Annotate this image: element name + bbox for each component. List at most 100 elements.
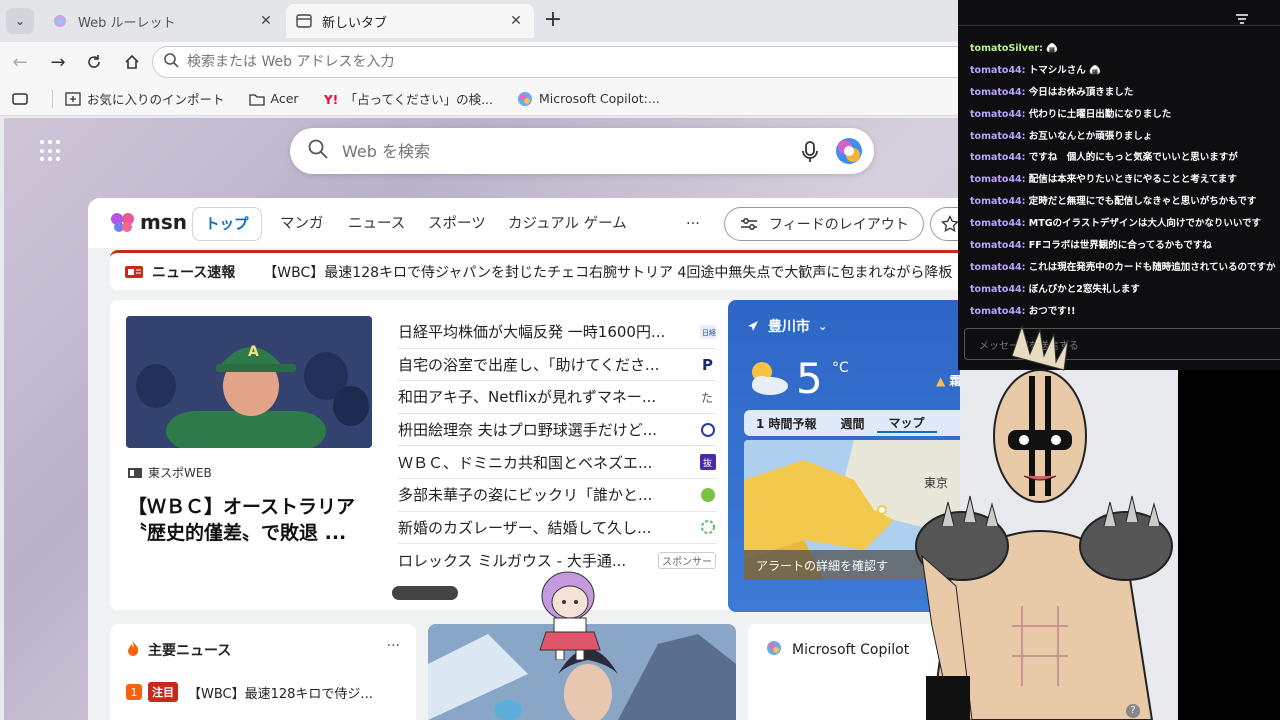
tab-hourly[interactable]: 1 時間予報 — [744, 415, 829, 432]
news-item[interactable]: 多部未華子の姿にビックリ「誰かと... — [398, 479, 716, 512]
new-tab-button[interactable]: + — [540, 8, 566, 34]
chat-emote-icon: 🍙 — [1089, 64, 1101, 76]
tab-bar: ⌄ Web ルーレット ✕ 新しいタブ ✕ + — [0, 0, 960, 42]
butterfly-icon — [111, 213, 134, 232]
close-icon[interactable]: ✕ — [258, 13, 274, 29]
tab-new-tab[interactable]: 新しいタブ ✕ — [286, 4, 534, 38]
weather-location[interactable]: 豊川市 ⌄ — [746, 316, 827, 336]
breaking-news-bar[interactable]: ニュース速報 【WBC】最速128キロで侍ジャパンを封じたチェコ右腕サトリア 4… — [110, 250, 960, 290]
weather-temperature: 5 — [796, 354, 823, 403]
hero-headline[interactable]: 【ＷＢＣ】オーストラリア〝歴史的僅差〟で敗退 ... — [128, 494, 378, 546]
folder-icon — [248, 92, 265, 106]
bookmark-copilot[interactable]: Microsoft Copilot:... — [517, 91, 660, 107]
more-options-button[interactable]: ··· — [387, 638, 400, 654]
address-bar[interactable] — [152, 46, 972, 78]
rank-badge: 1 — [126, 684, 142, 700]
feed-layout-button[interactable]: フィードのレイアウト — [724, 207, 924, 241]
news-icon — [125, 265, 143, 278]
flame-icon — [126, 640, 140, 660]
new-tab-page: msn トップ マンガ ニュース スポーツ カジュアル ゲーム ··· フィード… — [4, 118, 960, 720]
chat-message: tomato44: 配信は本来やりたいときにやることと考えてます — [970, 174, 1237, 186]
location-arrow-icon — [748, 321, 758, 331]
news-item[interactable]: 新婚のカズレーザー、結婚して久し... — [398, 512, 716, 545]
copilot-icon[interactable] — [834, 136, 864, 170]
bookmark-yahoo[interactable]: Y! 「占ってください」の検... — [323, 89, 493, 108]
chat-messages: tomatoSilver: 🍙 tomato44: トマシルさん 🍙 tomat… — [970, 38, 1276, 323]
svg-text:P: P — [702, 356, 713, 372]
mascot-avatar — [530, 568, 612, 661]
nav-more-button[interactable]: ··· — [686, 207, 700, 241]
carousel-pager[interactable] — [392, 586, 458, 600]
address-input[interactable] — [187, 54, 887, 70]
nikkei-icon: 日経 — [700, 324, 716, 340]
stream-chat-panel: tomatoSilver: 🍙 tomato44: トマシルさん 🍙 tomat… — [958, 0, 1280, 370]
streamer-avatar — [912, 324, 1192, 720]
tab-actions-button[interactable]: ⌄ — [6, 8, 34, 34]
news-item[interactable]: 枡田絵理奈 夫はプロ野球選手だけど... — [398, 414, 716, 447]
msn-feed: msn トップ マンガ ニュース スポーツ カジュアル ゲーム ··· フィード… — [88, 198, 960, 720]
source-icon: 抜 — [700, 454, 716, 471]
breaking-text: 【WBC】最速128キロで侍ジャパンを封じたチェコ右腕サトリア 4回途中無失点で… — [263, 264, 953, 281]
close-icon[interactable]: ✕ — [508, 13, 524, 29]
chat-emote-icon: 🍙 — [1046, 43, 1059, 54]
tab-title: Web ルーレット — [78, 15, 176, 31]
chat-message: tomato44: お互いなんとか頑張りましょ — [970, 130, 1153, 142]
help-icon[interactable]: ? — [1126, 704, 1140, 718]
nav-tab-manga[interactable]: マンガ — [280, 207, 324, 241]
hero-source[interactable]: 東スポWEB — [128, 464, 212, 481]
nav-tab-sports[interactable]: スポーツ — [428, 207, 486, 241]
settings-sliders-icon — [741, 218, 757, 230]
chat-message: tomato44: FFコラボは世界観的に合ってるかもですね — [970, 240, 1212, 252]
chat-message: tomato44: おつです!! — [970, 305, 1076, 317]
top-news-item[interactable]: 1 注目 【WBC】最速128キロで侍ジ... — [126, 682, 373, 702]
breaking-label: ニュース速報 — [152, 264, 236, 281]
forward-icon[interactable]: → — [46, 50, 70, 74]
bookmark-import[interactable]: お気に入りのインポート — [65, 89, 225, 108]
source-icon — [700, 487, 716, 503]
star-icon[interactable] — [930, 207, 960, 241]
toolbar: ← → — [0, 42, 972, 82]
nav-tab-casual-games[interactable]: カジュアル ゲーム — [508, 207, 627, 241]
overlay-background — [1178, 370, 1280, 720]
favorites-toggle-icon[interactable] — [12, 92, 28, 106]
chat-message: tomato44: トマシルさん 🍙 — [970, 64, 1101, 76]
web-search-input[interactable] — [342, 141, 762, 161]
nav-tab-top[interactable]: トップ — [192, 207, 262, 241]
app-launcher-icon[interactable] — [40, 140, 62, 162]
source-icon — [700, 422, 716, 438]
hero-image[interactable]: A — [126, 316, 372, 448]
copilot-header: Microsoft Copilot — [766, 640, 909, 660]
svg-text:日経: 日経 — [702, 328, 716, 337]
news-item[interactable]: ＷＢＣ、ドミニカ共和国とベネズエ... 抜 — [398, 446, 716, 479]
nav-tab-news[interactable]: ニュース — [348, 207, 405, 241]
svg-text:Y!: Y! — [323, 93, 338, 106]
filter-icon[interactable] — [1236, 14, 1248, 27]
msn-logo[interactable]: msn — [110, 210, 187, 234]
tab-web-roulette[interactable]: Web ルーレット ✕ — [42, 4, 284, 38]
web-search-box[interactable] — [290, 128, 874, 174]
favorites-bar: お気に入りのインポート Acer Y! 「占ってください」の検... Micro… — [0, 82, 960, 116]
top-news-card: 主要ニュース ··· 1 注目 【WBC】最速128キロで侍ジ... — [110, 624, 416, 720]
refresh-icon[interactable] — [82, 50, 106, 74]
tab-title: 新しいタブ — [322, 15, 388, 31]
chat-message: tomato44: MTGのイラストデザインは大人向けでかなりいいです — [970, 218, 1262, 230]
news-item[interactable]: 和田アキ子、Netflixが見れずマネー... た — [398, 381, 716, 414]
news-item[interactable]: 自宅の浴室で出産し、「助けてくださ... P — [398, 349, 716, 382]
top-stories-card: A 東スポWEB 【ＷＢＣ】オーストラリア〝歴史的僅差〟で敗退 ... 日経平均… — [110, 300, 738, 610]
sponsor-badge: スポンサー — [658, 551, 716, 569]
news-item[interactable]: 日経平均株価が大幅反発 一時1600円... 日経 — [398, 316, 716, 349]
tab-weekly[interactable]: 週間 — [829, 415, 877, 432]
divider — [52, 89, 53, 108]
search-icon — [308, 139, 328, 163]
home-icon[interactable] — [120, 50, 144, 74]
partly-cloudy-icon — [744, 358, 792, 402]
bookmark-acer[interactable]: Acer — [248, 91, 299, 106]
back-icon[interactable]: ← — [8, 50, 32, 74]
svg-text:抜: 抜 — [703, 457, 712, 469]
top-news-header: 主要ニュース — [126, 640, 231, 660]
chat-message: tomato44: これは現在発売中のカードも随時追加されているのですか — [970, 261, 1276, 273]
import-icon — [65, 91, 81, 106]
weather-unit: °C — [832, 360, 849, 376]
microphone-icon[interactable] — [800, 140, 820, 168]
source-logo-icon — [128, 467, 142, 478]
